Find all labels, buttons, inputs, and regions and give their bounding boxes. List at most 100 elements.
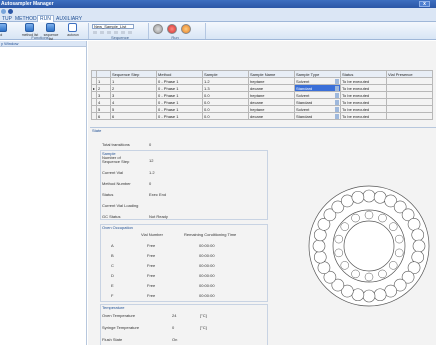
tray-vial-position[interactable] [364,272,374,282]
method-cell[interactable]: 0 - Phase 1 [156,105,204,113]
sequence-name-field[interactable]: New_Sample_List [92,24,134,29]
chevron-down-icon[interactable] [335,99,340,105]
tray-vial-position[interactable] [364,210,374,220]
column-header[interactable]: Sample [202,70,250,78]
sequence-list-button[interactable] [46,23,55,32]
chevron-down-icon[interactable] [335,78,340,84]
column-header[interactable]: Sample Type [294,70,342,78]
tray-vial-position[interactable] [411,228,425,242]
tray-vial-position[interactable] [412,239,426,253]
chevron-down-icon[interactable] [335,113,340,119]
copy-icon[interactable] [114,31,118,34]
vial-presence-cell[interactable] [386,91,434,99]
sample-type-cell[interactable]: Standard [294,98,342,106]
save-seq-icon[interactable] [107,31,111,34]
new-icon[interactable] [93,31,97,34]
tray-vial-position[interactable] [317,261,331,274]
tray-vial-position[interactable] [407,218,421,231]
grid-icon[interactable] [128,31,132,34]
column-header[interactable]: Method [156,70,204,78]
status-cell[interactable]: To be executed [340,112,388,120]
tray-vial-position[interactable] [394,248,404,258]
status-cell[interactable]: To be executed [340,91,388,99]
tray-vial-position[interactable] [388,222,398,231]
sequence-step-cell[interactable]: 2 [110,84,158,92]
tray-vial-position[interactable] [334,234,344,244]
vial-presence-cell[interactable] [386,77,434,85]
method-cell[interactable]: 0 - Phase 1 [156,84,204,92]
tray-vial-position[interactable] [378,269,387,279]
chevron-down-icon[interactable] [335,106,340,112]
sample-cell[interactable]: 1.3 [202,84,250,92]
tray-vial-position[interactable] [388,261,398,270]
pause-button[interactable] [181,24,191,34]
tray-vial-position[interactable] [351,269,360,279]
tray-vial-position[interactable] [373,288,387,302]
tray-vial-position[interactable] [394,234,404,244]
tray-vial-position[interactable] [313,228,327,242]
sequence-step-cell[interactable]: 5 [110,105,158,113]
column-header[interactable]: Sample Name [248,70,296,78]
table-row[interactable]: 440 - Phase 1 0.0 decane Standard To be exec… [90,98,434,106]
tray-vial-position[interactable] [362,289,376,303]
tray-vial-position[interactable] [313,250,327,264]
sample-name-cell[interactable]: decane [248,84,296,92]
chevron-down-icon[interactable] [335,85,340,91]
sample-cell[interactable]: 0.0 [202,98,250,106]
chevron-down-icon[interactable] [335,92,340,98]
sample-tray[interactable] [306,183,432,309]
method-list-button[interactable] [25,23,34,32]
tray-vial-position[interactable] [373,190,387,204]
sample-type-cell[interactable]: Standard [294,84,342,92]
sample-cell[interactable]: 0.0 [202,105,250,113]
method-cell[interactable]: 0 - Phase 1 [156,98,204,106]
tray-vial-position[interactable] [362,189,376,203]
sample-type-cell[interactable]: Solvent [294,77,342,85]
sequence-step-cell[interactable]: 6 [110,112,158,120]
sequence-step-cell[interactable]: 1 [110,77,158,85]
table-row[interactable]: 550 - Phase 1 0.0 heptane Solvent To be exec… [90,105,434,113]
status-cell[interactable]: To be executed [340,105,388,113]
tray-vial-position[interactable] [384,284,397,298]
table-row[interactable]: 110 - Phase 1 1.2 heptane Solvent To be exec… [90,77,434,85]
method-cell[interactable]: 0 - Phase 1 [156,91,204,99]
sample-cell[interactable]: 1.2 [202,77,250,85]
help-icon[interactable] [8,9,13,14]
column-header[interactable]: Status [340,70,388,78]
sequence-step-cell[interactable]: 4 [110,98,158,106]
sample-cell[interactable]: 0.0 [202,91,250,99]
tool-icon[interactable] [0,23,7,32]
table-row[interactable]: 660 - Phase 1 0.0 decane Standard To be exec… [90,112,434,120]
close-button[interactable]: x [419,1,430,7]
method-cell[interactable]: 0 - Phase 1 [156,77,204,85]
sample-name-cell[interactable]: decane [248,112,296,120]
sequence-table[interactable]: Sequence Step Method Sample Sample Name … [90,70,434,120]
vial-presence-cell[interactable] [386,105,434,113]
table-row[interactable]: ▸ 2 2 0 - Phase 1 1.3 decane Standard To be exe… [90,84,434,92]
tray-vial-position[interactable] [351,288,365,302]
column-header[interactable]: Sequence Step [110,70,158,78]
vial-presence-cell[interactable] [386,84,434,92]
tray-vial-position[interactable] [312,239,326,253]
sample-name-cell[interactable]: decane [248,98,296,106]
sample-type-cell[interactable]: Solvent [294,91,342,99]
sample-cell[interactable]: 0.0 [202,112,250,120]
save-icon[interactable] [1,9,6,14]
vial-presence-cell[interactable] [386,98,434,106]
tray-vial-position[interactable] [341,194,354,208]
start-button[interactable] [153,24,163,34]
tray-vial-position[interactable] [351,213,360,223]
delete-icon[interactable] [121,31,125,34]
tray-vial-position[interactable] [411,250,425,264]
tray-vial-position[interactable] [340,261,350,270]
tray-vial-position[interactable] [351,190,365,204]
open-icon[interactable] [100,31,104,34]
tray-vial-position[interactable] [340,222,350,231]
sample-name-cell[interactable]: heptane [248,91,296,99]
status-cell[interactable]: To be executed [340,84,388,92]
sample-name-cell[interactable]: heptane [248,77,296,85]
method-cell[interactable]: 0 - Phase 1 [156,112,204,120]
status-cell[interactable]: To be executed [340,98,388,106]
autorun-button[interactable] [68,23,77,32]
sequence-step-cell[interactable]: 3 [110,91,158,99]
